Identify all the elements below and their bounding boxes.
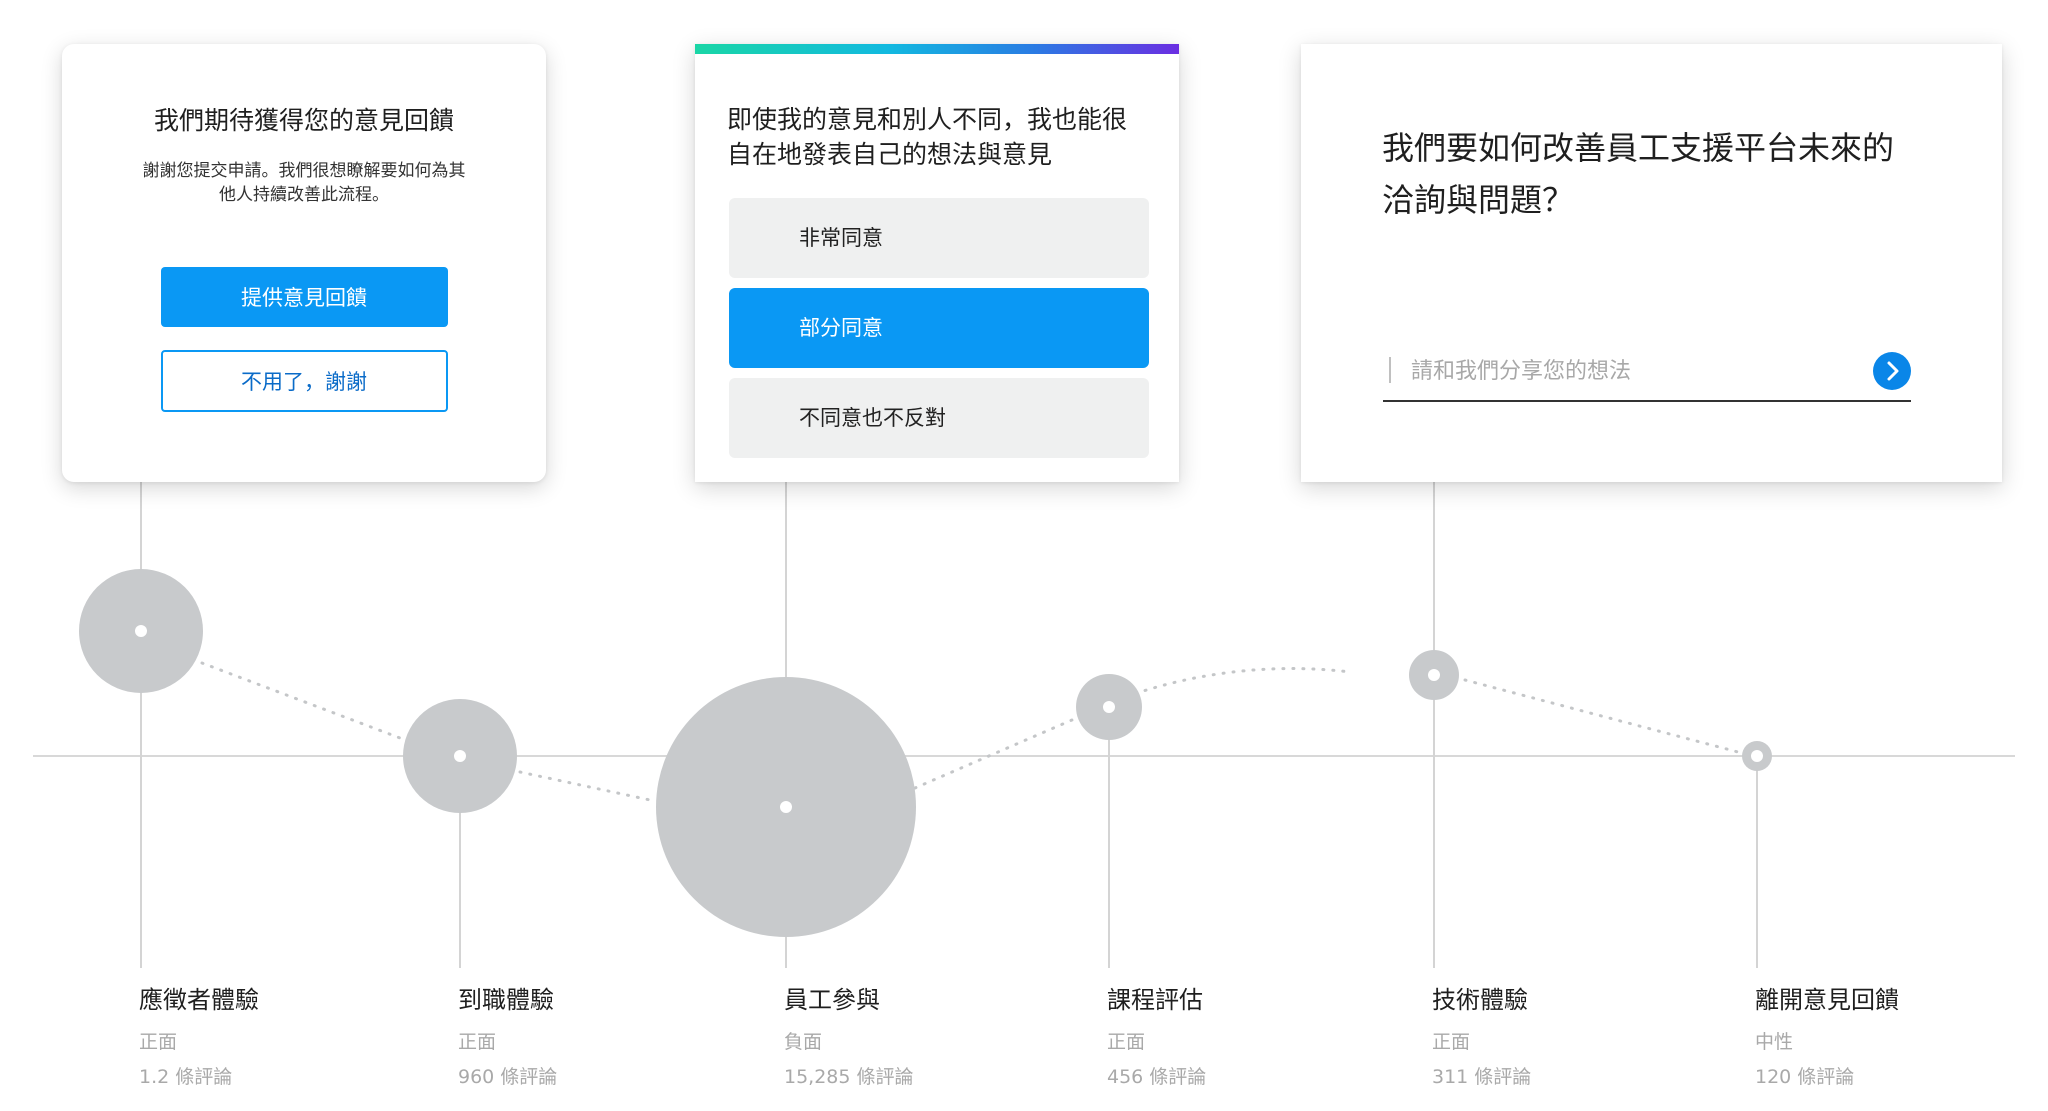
open-question-card: 我們要如何改善員工支援平台未來的洽詢與問題？	[1301, 44, 2002, 482]
stage-review-count: 311 條評論	[1432, 1066, 1532, 1088]
stage-tech-experience[interactable]: 技術體驗 正面 311 條評論	[1432, 980, 1531, 1089]
stage-engagement[interactable]: 員工參與 負面 15,285 條評論	[784, 980, 914, 1089]
stage-sentiment: 正面	[1432, 1031, 1471, 1053]
stage-exit-feedback[interactable]: 離開意見回饋 中性 120 條評論	[1755, 980, 1899, 1089]
stage-sentiment: 負面	[784, 1031, 823, 1053]
submit-button[interactable]	[1873, 352, 1911, 390]
stage-bubble-dot	[1103, 701, 1115, 713]
survey-option-selected[interactable]: 部分同意	[729, 288, 1149, 368]
answer-input[interactable]	[1409, 352, 1853, 390]
stage-applicant[interactable]: 應徵者體驗 正面 1.2 條評論	[139, 980, 259, 1089]
stage-review-count: 15,285 條評論	[784, 1066, 914, 1088]
stage-review-count: 120 條評論	[1755, 1066, 1855, 1088]
survey-question-card: 即使我的意見和別人不同，我也能很自在地發表自己的想法與意見 非常同意 部分同意 …	[695, 44, 1179, 482]
survey-option[interactable]: 不同意也不反對	[729, 378, 1149, 458]
feedback-prompt-card: 我們期待獲得您的意見回饋 謝謝您提交申請。我們很想瞭解要如何為其他人持續改善此流…	[62, 44, 546, 482]
stage-name: 員工參與	[784, 986, 880, 1014]
no-thanks-button[interactable]: 不用了，謝謝	[160, 350, 448, 412]
stage-course-evaluation[interactable]: 課程評估 正面 456 條評論	[1107, 980, 1206, 1089]
stage-bubble-dot	[780, 801, 792, 813]
stage-sentiment: 中性	[1755, 1031, 1794, 1053]
gradient-bar	[695, 44, 1179, 54]
open-question: 我們要如何改善員工支援平台未來的洽詢與問題？	[1382, 129, 1895, 219]
stage-review-count: 456 條評論	[1107, 1066, 1207, 1088]
stage-sentiment: 正面	[1107, 1031, 1146, 1053]
chevron-right-icon	[1887, 361, 1899, 381]
stage-bubble-dot	[1751, 750, 1763, 762]
stage-name: 課程評估	[1107, 986, 1203, 1014]
answer-field	[1383, 344, 1911, 402]
stage-name: 應徵者體驗	[139, 986, 259, 1014]
stage-onboarding[interactable]: 到職體驗 正面 960 條評論	[458, 980, 557, 1089]
card-description: 謝謝您提交申請。我們很想瞭解要如何為其他人持續改善此流程。	[142, 161, 466, 205]
stage-name: 技術體驗	[1432, 986, 1528, 1014]
stage-bubble-dot	[1428, 669, 1440, 681]
stage-sentiment: 正面	[458, 1031, 497, 1053]
stage-review-count: 960 條評論	[458, 1066, 558, 1088]
stage-name: 離開意見回饋	[1755, 986, 1899, 1014]
stage-bubble-dot	[454, 750, 466, 762]
stage-review-count: 1.2 條評論	[139, 1066, 233, 1088]
survey-question: 即使我的意見和別人不同，我也能很自在地發表自己的想法與意見	[727, 105, 1128, 169]
give-feedback-button[interactable]: 提供意見回饋	[160, 267, 448, 327]
stage-name: 到職體驗	[458, 986, 554, 1014]
card-title: 我們期待獲得您的意見回饋	[153, 106, 454, 135]
stage-bubble-dot	[135, 625, 147, 637]
stage-sentiment: 正面	[139, 1031, 178, 1053]
survey-option[interactable]: 非常同意	[729, 198, 1149, 278]
text-caret	[1389, 357, 1391, 383]
